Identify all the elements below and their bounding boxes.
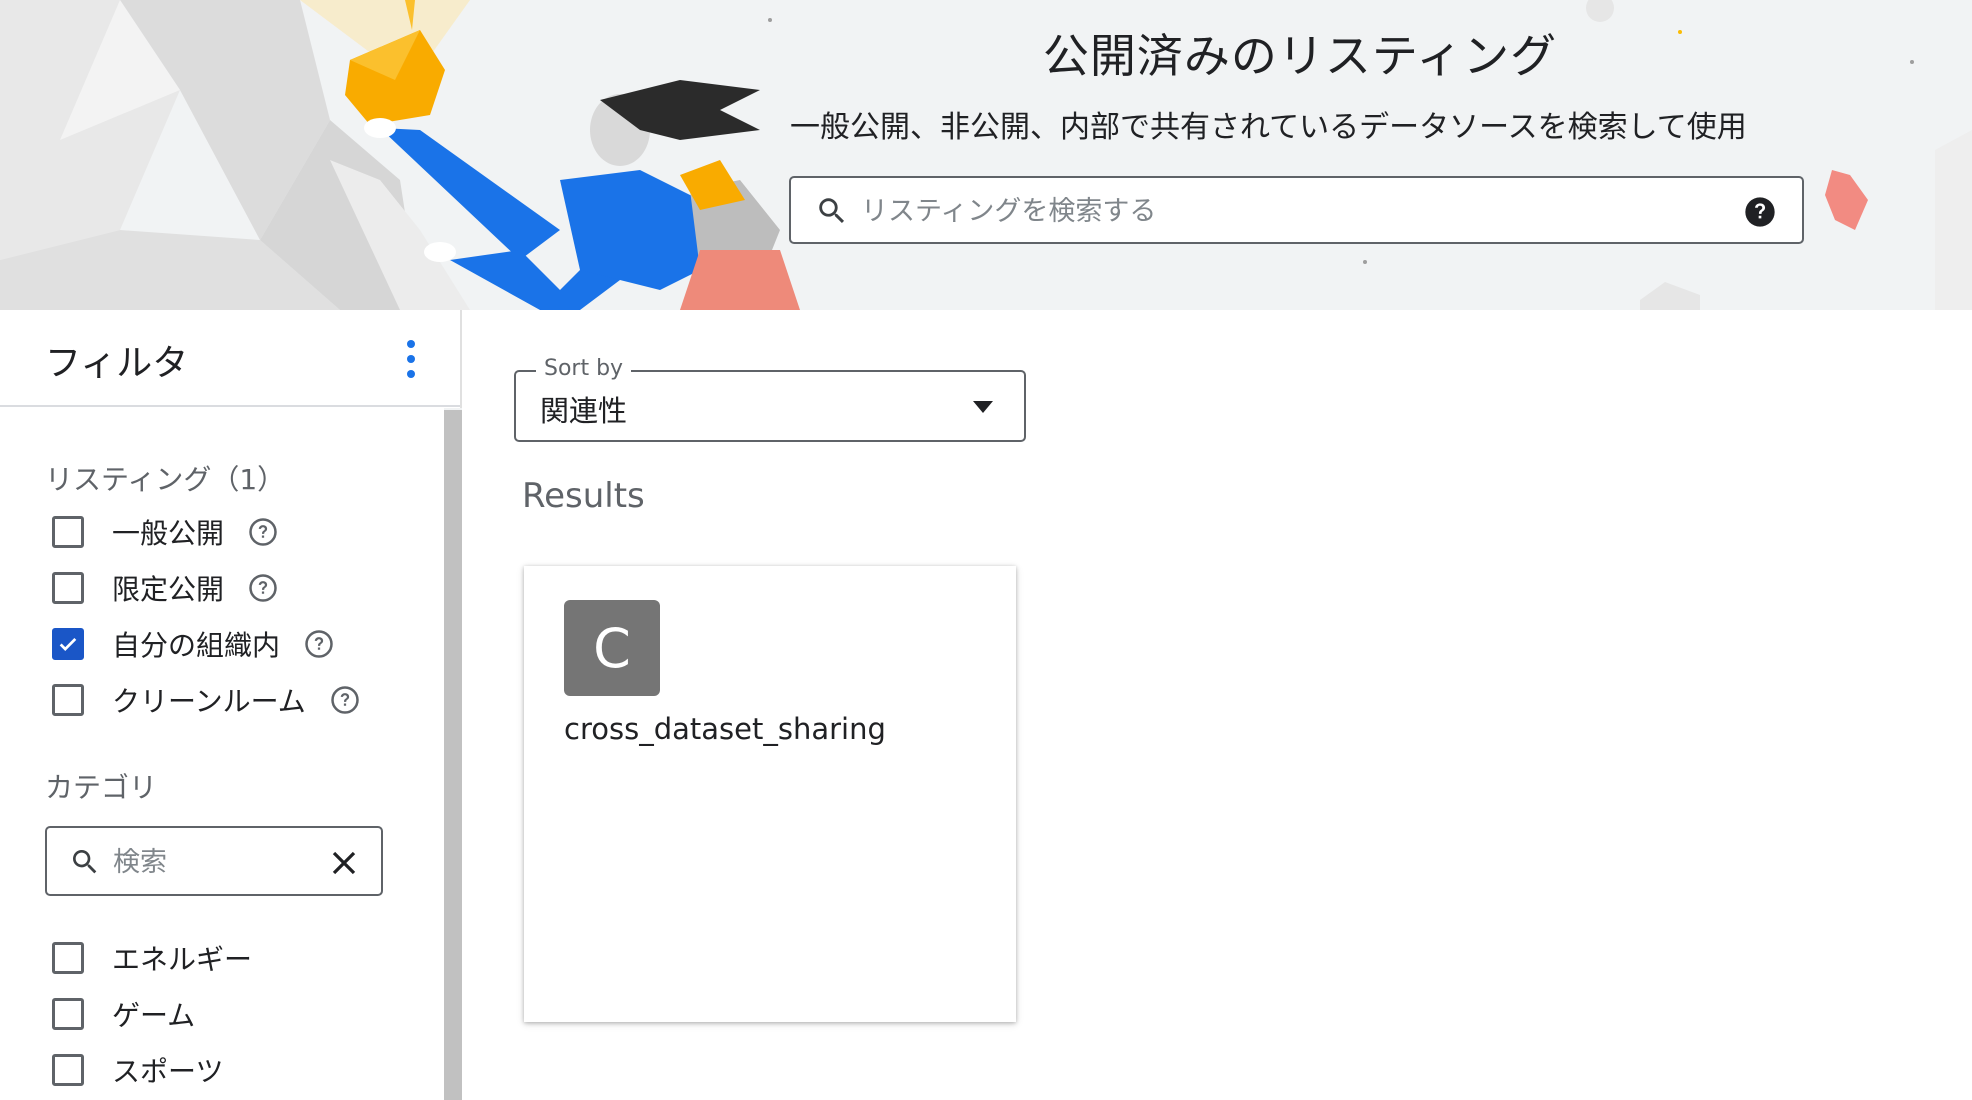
listing-search-input[interactable] xyxy=(859,188,1723,234)
listings-section-title: リスティング（1） xyxy=(45,463,286,496)
dropdown-arrow-icon xyxy=(973,401,993,413)
search-icon xyxy=(819,198,845,224)
scrollbar-thumb[interactable] xyxy=(444,410,462,1100)
sort-by-label: Sort by xyxy=(536,356,632,381)
filter-item-limited[interactable]: 限定公開 xyxy=(52,566,278,610)
listing-title[interactable]: cross_dataset_sharing xyxy=(564,712,886,746)
help-outline-icon[interactable] xyxy=(248,517,278,547)
category-item-sports[interactable]: スポーツ xyxy=(52,1048,223,1092)
results-title: Results xyxy=(522,476,645,516)
listing-avatar: C xyxy=(564,600,660,696)
filter-header: フィルタ xyxy=(0,310,460,407)
category-item-energy[interactable]: エネルギー xyxy=(52,936,252,980)
category-section-title: カテゴリ xyxy=(45,771,158,804)
checkbox[interactable] xyxy=(52,684,84,716)
search-icon xyxy=(73,850,97,874)
checkbox[interactable] xyxy=(52,1054,84,1086)
checkbox[interactable] xyxy=(52,998,84,1030)
category-item-label: スポーツ xyxy=(112,1055,224,1088)
more-vert-icon[interactable] xyxy=(399,336,423,382)
checkbox[interactable] xyxy=(52,516,84,548)
hero-banner: 公開済みのリスティング 一般公開、非公開、内部で共有されているデータソースを検索… xyxy=(0,0,1972,310)
category-search-input[interactable] xyxy=(111,840,315,884)
filter-item-public[interactable]: 一般公開 xyxy=(52,510,278,554)
help-icon[interactable] xyxy=(1744,196,1776,228)
checkbox[interactable] xyxy=(52,572,84,604)
help-outline-icon[interactable] xyxy=(304,629,334,659)
checkbox-checked[interactable] xyxy=(52,628,84,660)
sort-by-value: 関連性 xyxy=(540,394,628,428)
close-icon[interactable] xyxy=(329,848,359,878)
filter-item-label: 限定公開 xyxy=(112,573,225,606)
listing-card[interactable]: C cross_dataset_sharing xyxy=(524,566,1016,1022)
help-outline-icon[interactable] xyxy=(330,685,360,715)
filter-item-clean-room[interactable]: クリーンルーム xyxy=(52,678,360,722)
page-subtitle: 一般公開、非公開、内部で共有されているデータソースを検索して使用 xyxy=(790,110,1747,145)
category-item-label: ゲーム xyxy=(112,999,196,1032)
filter-title: フィルタ xyxy=(45,343,189,384)
listing-search-box[interactable] xyxy=(789,176,1804,244)
help-outline-icon[interactable] xyxy=(248,573,278,603)
filter-sidebar: フィルタ リスティング（1） 一般公開 限定公開 自分の組織内 クリーンルーム … xyxy=(0,310,462,1100)
checkbox[interactable] xyxy=(52,942,84,974)
category-item-label: エネルギー xyxy=(112,943,253,976)
page-title: 公開済みのリスティング xyxy=(1042,29,1558,83)
sort-by-select[interactable]: Sort by 関連性 xyxy=(514,356,1026,442)
category-search-box[interactable] xyxy=(45,826,383,896)
filter-item-label: 一般公開 xyxy=(112,517,225,550)
check-icon xyxy=(59,637,77,651)
filter-item-label: 自分の組織内 xyxy=(112,629,281,662)
filter-item-my-org[interactable]: 自分の組織内 xyxy=(52,622,334,666)
category-item-games[interactable]: ゲーム xyxy=(52,992,195,1036)
filter-item-label: クリーンルーム xyxy=(112,685,306,718)
